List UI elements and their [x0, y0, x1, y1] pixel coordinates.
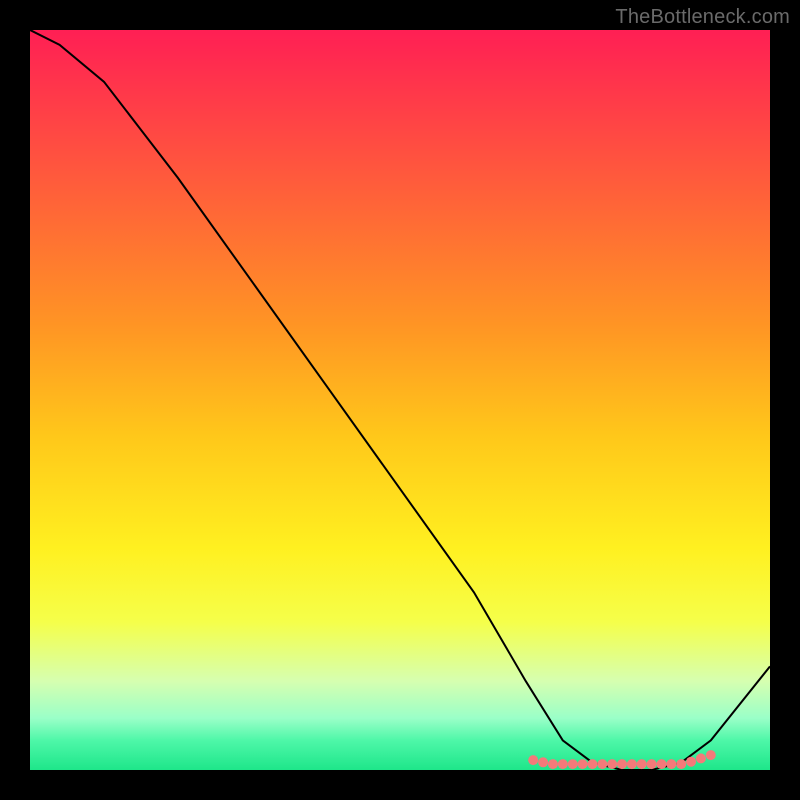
- flat-region-dot: [597, 759, 607, 769]
- flat-region-dot: [706, 750, 716, 760]
- flat-region-dot: [617, 759, 627, 769]
- chart-frame: TheBottleneck.com: [0, 0, 800, 800]
- gradient-background: [30, 30, 770, 770]
- flat-region-dot: [538, 757, 548, 767]
- flat-region-dot: [637, 759, 647, 769]
- flat-region-dot: [607, 759, 617, 769]
- plot-area: [30, 30, 770, 770]
- flat-region-dot: [686, 757, 696, 767]
- flat-region-dot: [558, 759, 568, 769]
- flat-region-dot: [696, 753, 706, 763]
- flat-region-dot: [578, 759, 588, 769]
- flat-region-dot: [627, 759, 637, 769]
- flat-region-dot: [587, 759, 597, 769]
- chart-svg: [30, 30, 770, 770]
- flat-region-dot: [676, 759, 686, 769]
- watermark-text: TheBottleneck.com: [615, 6, 790, 29]
- flat-region-dot: [647, 759, 657, 769]
- flat-region-dot: [528, 755, 538, 765]
- flat-region-dot: [568, 759, 578, 769]
- flat-region-dot: [666, 759, 676, 769]
- flat-region-dot: [657, 759, 667, 769]
- flat-region-dot: [548, 759, 558, 769]
